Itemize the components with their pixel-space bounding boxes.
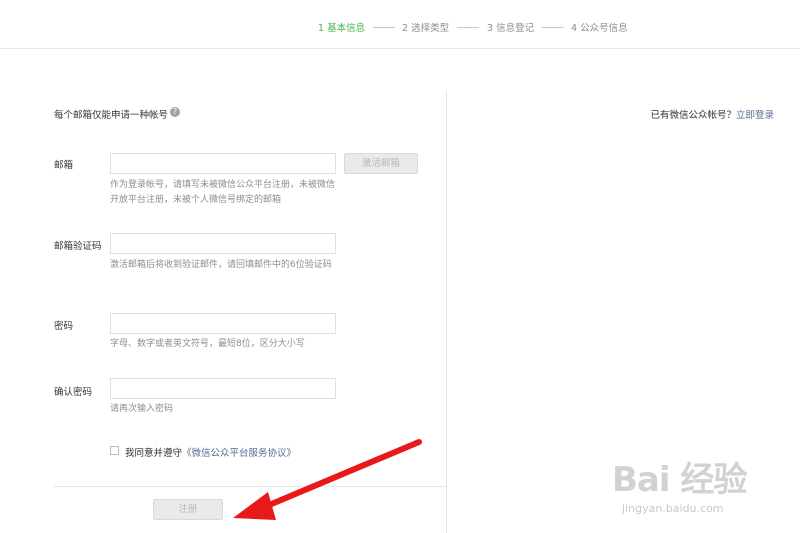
agreement-prefix: 我同意并遵守 [125, 448, 183, 459]
verification-code-input[interactable] [110, 233, 336, 254]
service-agreement-link[interactable]: 《微信公众平台服务协议》 [182, 448, 296, 459]
form-divider [54, 486, 446, 487]
password-tip: 字母、数字或者英文符号，最短8位，区分大小写 [110, 339, 305, 349]
login-prompt: 已有微信公众帐号？ [650, 110, 736, 121]
confirm-password-input[interactable] [110, 378, 336, 399]
email-label: 邮箱 [54, 160, 74, 171]
watermark-url: jingyan.baidu.com [622, 502, 724, 515]
login-link[interactable]: 立即登录 [736, 110, 774, 121]
step-2: 2 选择类型 [402, 23, 450, 34]
vertical-divider [446, 90, 447, 533]
email-input[interactable] [110, 153, 336, 174]
step-4: 4 公众号信息 [571, 23, 628, 34]
code-tip: 激活邮箱后将收到验证邮件，请回填邮件中的6位验证码 [110, 260, 332, 270]
top-bar: 1 基本信息 2 选择类型 3 信息登记 4 公众号信息 [0, 0, 800, 49]
help-icon[interactable]: ? [170, 107, 180, 117]
step-3: 3 信息登记 [487, 23, 535, 34]
password-input[interactable] [110, 313, 336, 334]
step-connector [373, 27, 395, 28]
password-label: 密码 [54, 321, 74, 332]
step-connector [457, 27, 479, 28]
email-limit-note: 每个邮箱仅能申请一种帐号 [54, 110, 169, 121]
step-connector [542, 27, 564, 28]
register-button[interactable]: 注册 [153, 499, 223, 520]
email-tip: 作为登录帐号，请填写未被微信公众平台注册，未被微信开放平台注册，未被个人微信号绑… [110, 180, 336, 205]
confirm-password-tip: 请再次输入密码 [110, 404, 174, 414]
code-label: 邮箱验证码 [54, 241, 102, 252]
watermark-logo-text: Bai 经验 [612, 460, 747, 500]
agreement-text: 我同意并遵守《微信公众平台服务协议》 [125, 445, 296, 459]
login-hint: 已有微信公众帐号？立即登录 [650, 107, 774, 121]
step-1: 1 基本信息 [318, 23, 366, 34]
agreement-checkbox[interactable] [110, 446, 119, 455]
baidu-jingyan-watermark: Bai 经验 jingyan.baidu.com [608, 438, 798, 528]
confirm-password-label: 确认密码 [54, 387, 93, 398]
activate-email-button[interactable]: 激活邮箱 [344, 153, 418, 174]
